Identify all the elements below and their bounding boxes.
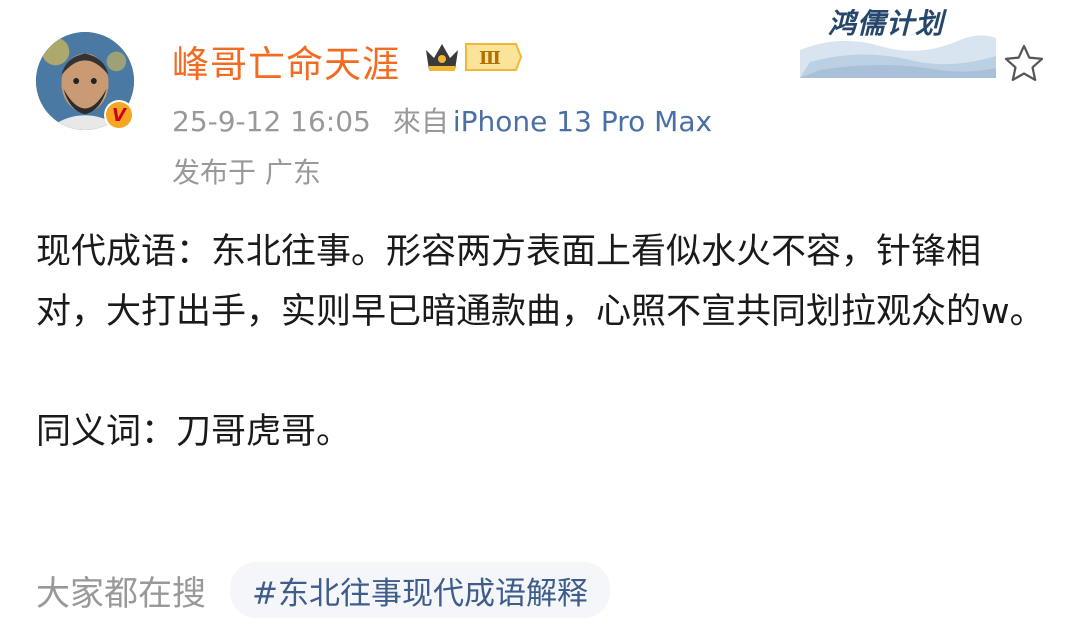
trending-label: 大家都在搜	[36, 574, 206, 614]
post-paragraph: 同义词：刀哥虎哥。	[36, 412, 352, 452]
post-location: 发布于 广东	[172, 156, 321, 189]
device-link[interactable]: iPhone 13 Pro Max	[453, 105, 712, 138]
star-icon[interactable]	[1002, 42, 1046, 86]
post-timestamp: 25-9-12 16:05	[172, 105, 371, 138]
post-meta: 25-9-12 16:05 來自 iPhone 13 Pro Max	[172, 100, 712, 140]
campaign-label: 鸿儒计划	[828, 7, 945, 40]
post-content: 现代成语：东北往事。形容两方表面上看似水火不容，针锋相对，大打出手，实则早已暗通…	[36, 222, 1046, 462]
verified-badge-icon: V	[104, 100, 134, 130]
author-name[interactable]: 峰哥亡命天涯	[172, 34, 400, 88]
level-badge-text: Ⅲ	[479, 48, 501, 69]
trending-tag[interactable]: #东北往事现代成语解释	[230, 562, 610, 618]
campaign-banner[interactable]: 鸿儒计划	[800, 0, 996, 78]
source-label: 來自	[392, 105, 449, 138]
trending-search: 大家都在搜 #东北往事现代成语解释	[36, 562, 610, 622]
crown-icon[interactable]: Ⅲ	[424, 40, 522, 74]
post-paragraph: 现代成语：东北往事。形容两方表面上看似水火不容，针锋相对，大打出手，实则早已暗通…	[36, 232, 1045, 332]
